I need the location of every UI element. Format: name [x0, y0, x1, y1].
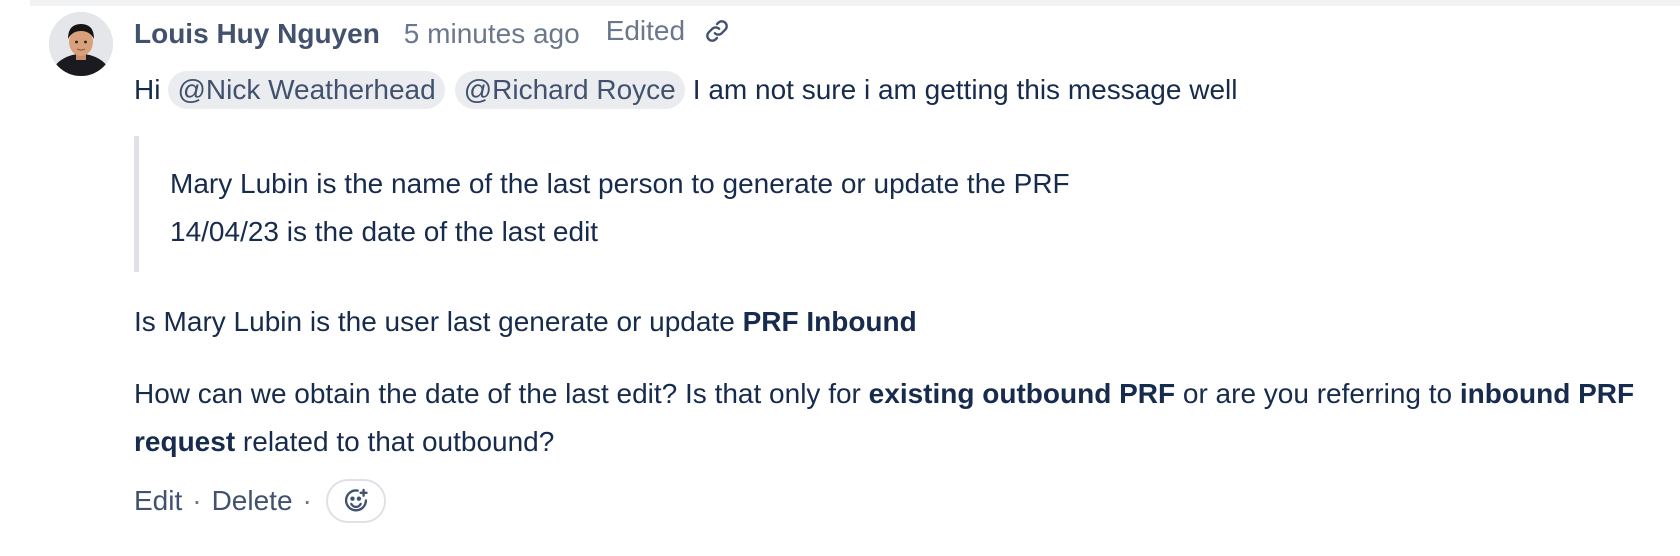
- paragraph-2-line-2: request related to that outbound?: [134, 418, 554, 466]
- comment-timestamp[interactable]: 5 minutes ago: [404, 18, 580, 50]
- greeting-text: Hi: [134, 74, 161, 105]
- mention-richard-royce[interactable]: @Richard Royce: [454, 71, 685, 109]
- blockquote: Mary Lubin is the name of the last perso…: [134, 136, 1219, 272]
- paragraph-1: Is Mary Lubin is the user last generate …: [134, 298, 917, 346]
- mention-nick-weatherhead[interactable]: @Nick Weatherhead: [168, 71, 445, 109]
- author-name[interactable]: Louis Huy Nguyen: [134, 18, 380, 50]
- paragraph-1-bold: PRF Inbound: [742, 306, 917, 337]
- edited-label: Edited: [605, 15, 686, 46]
- paragraph-2-bold-3: request: [134, 426, 236, 457]
- quote-line-1: Mary Lubin is the name of the last perso…: [170, 168, 1070, 199]
- paragraph-1-text: Is Mary Lubin is the user last generate …: [134, 306, 743, 337]
- paragraph-2-part-3: related to that outbound?: [235, 426, 555, 457]
- top-divider: [30, 0, 1680, 6]
- quote-line-2: 14/04/23 is the date of the last edit: [170, 216, 599, 247]
- paragraph-2-part-1: How can we obtain the date of the last e…: [134, 378, 869, 409]
- comment-header: Louis Huy Nguyen 5 minutes ago Edited: [134, 14, 731, 54]
- add-reaction-button[interactable]: [325, 479, 386, 523]
- separator-dot: ·: [192, 485, 202, 516]
- separator-dot: ·: [302, 485, 312, 516]
- add-reaction-icon: [344, 488, 368, 512]
- avatar-photo-icon: [49, 12, 113, 76]
- comment-line-1: Hi @Nick Weatherhead @Richard Royce I am…: [134, 66, 1237, 114]
- edit-button[interactable]: Edit: [134, 485, 182, 517]
- link-icon[interactable]: [703, 17, 731, 45]
- paragraph-2-part-2: or are you referring to: [1175, 378, 1460, 409]
- delete-button[interactable]: Delete: [212, 485, 293, 517]
- comment-line-1-text: I am not sure i am getting this message …: [692, 74, 1238, 105]
- paragraph-2-bold-2: inbound PRF: [1459, 378, 1635, 409]
- paragraph-2-bold-1: existing outbound PRF: [868, 378, 1176, 409]
- comment-actions: Edit · Delete ·: [134, 477, 386, 525]
- paragraph-2-line-1: How can we obtain the date of the last e…: [134, 370, 1634, 418]
- user-avatar[interactable]: [49, 12, 113, 76]
